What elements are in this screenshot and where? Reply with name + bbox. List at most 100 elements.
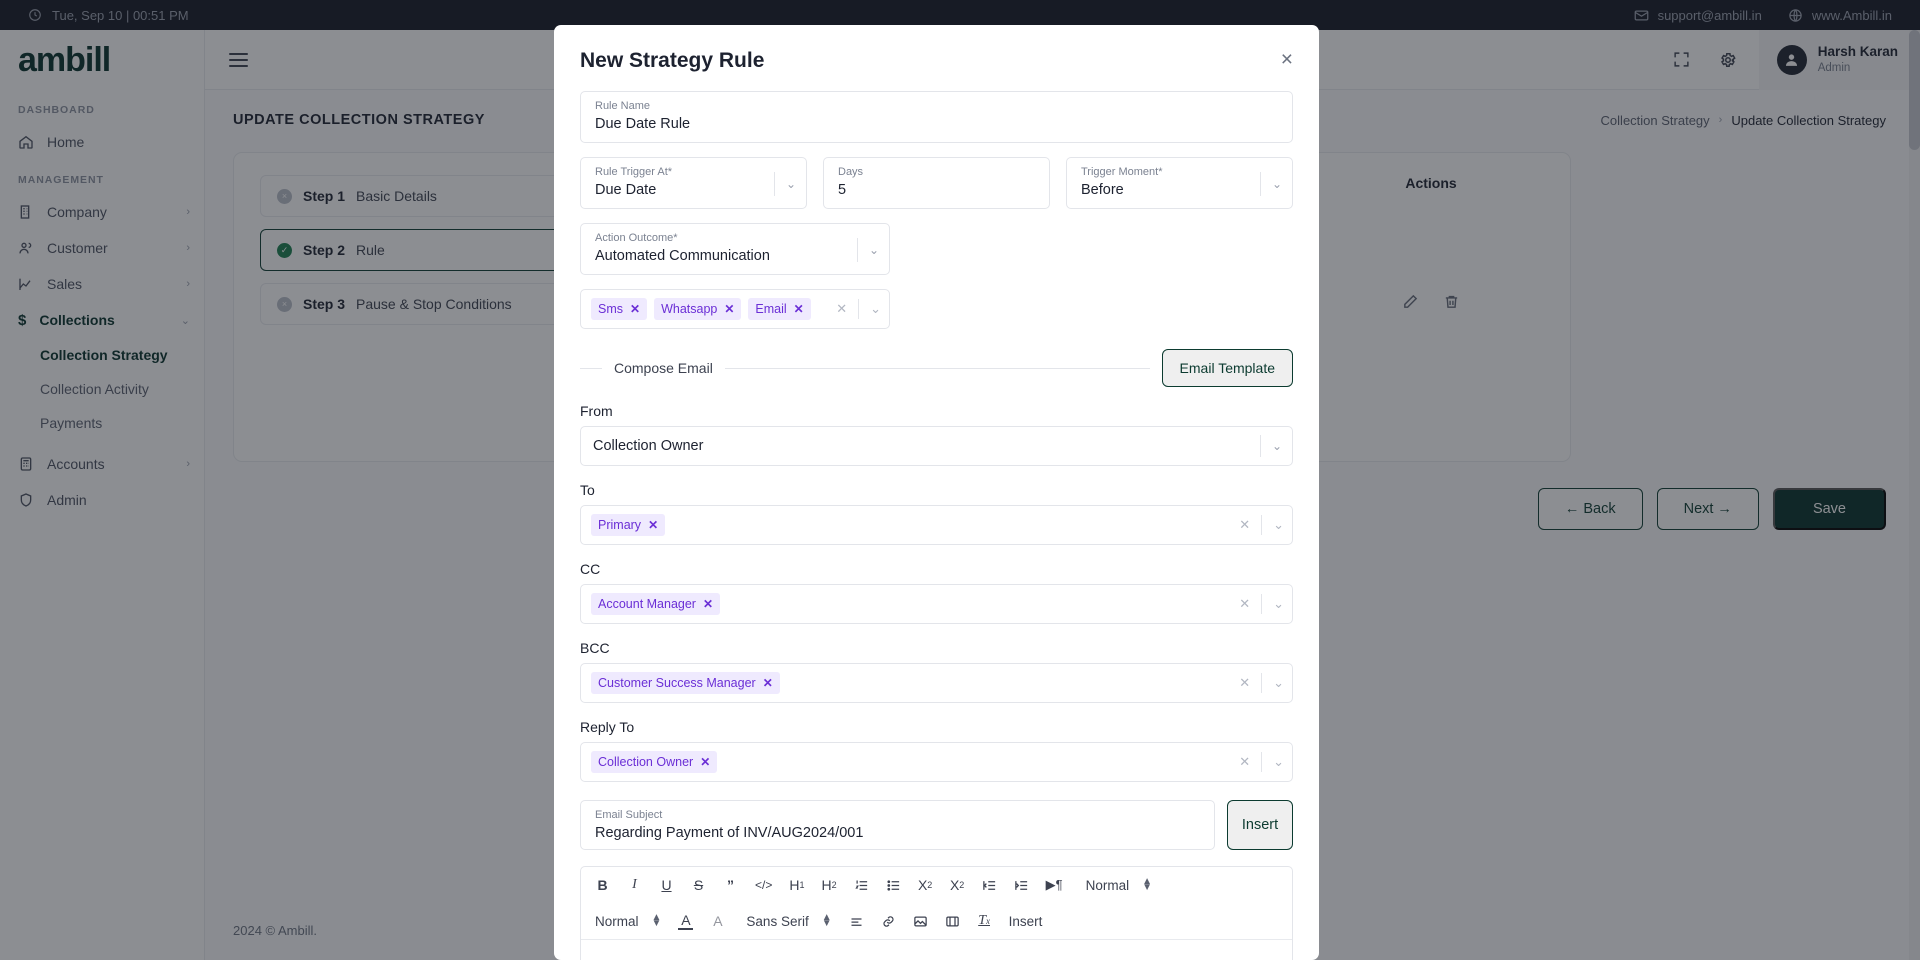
text-direction-icon[interactable]: ▶¶ — [1046, 876, 1063, 894]
bcc-multiselect[interactable]: Customer Success Manager ✕ ✕ ⌄ — [580, 663, 1293, 703]
clear-all-icon[interactable]: ✕ — [836, 301, 847, 317]
blockquote-icon[interactable]: ” — [723, 876, 738, 894]
trigger-moment-value: Before — [1081, 181, 1124, 198]
font-size-value: Normal — [595, 913, 639, 929]
divider — [1261, 752, 1263, 772]
email-template-button[interactable]: Email Template — [1161, 349, 1293, 387]
clear-all-icon[interactable]: ✕ — [1239, 517, 1250, 533]
chip-label: Collection Owner — [598, 755, 694, 769]
chevron-down-icon[interactable]: ⌄ — [1273, 517, 1284, 533]
channels-multiselect[interactable]: Sms ✕ Whatsapp ✕ Email ✕ ✕ ⌄ — [580, 289, 890, 329]
chip-remove-icon[interactable]: ✕ — [700, 755, 710, 769]
chevron-down-icon[interactable]: ⌄ — [1259, 172, 1282, 196]
chip-remove-icon[interactable]: ✕ — [724, 302, 734, 316]
divider — [1261, 515, 1263, 535]
days-value: 5 — [838, 181, 847, 198]
action-outcome-select[interactable]: Action Outcome* Automated Communication … — [580, 223, 890, 275]
chip-remove-icon[interactable]: ✕ — [763, 676, 773, 690]
modal-header: New Strategy Rule × — [554, 25, 1319, 73]
chevron-updown-icon: ▲ ▼ — [1142, 875, 1153, 893]
select-tools: ✕ ⌄ — [1239, 752, 1284, 772]
bold-icon[interactable]: B — [595, 876, 610, 894]
close-icon[interactable]: × — [1281, 49, 1293, 70]
heading-level-dropdown[interactable]: Normal ▲ ▼ — [1086, 875, 1153, 893]
align-icon[interactable] — [849, 912, 864, 930]
bullet-list-icon[interactable] — [886, 876, 901, 894]
recipient-chip[interactable]: Primary ✕ — [591, 514, 666, 536]
channel-chip[interactable]: Sms ✕ — [591, 298, 648, 320]
cc-multiselect[interactable]: Account Manager ✕ ✕ ⌄ — [580, 584, 1293, 624]
clear-format-icon[interactable]: Tx — [977, 912, 992, 930]
chevron-down-icon[interactable]: ⌄ — [1259, 435, 1282, 457]
video-icon[interactable] — [945, 912, 960, 930]
chip-remove-icon[interactable]: ✕ — [703, 597, 713, 611]
chevron-down-icon[interactable]: ⌄ — [870, 301, 881, 317]
editor-content-area[interactable] — [581, 940, 1292, 960]
email-subject-field[interactable]: Email Subject Regarding Payment of INV/A… — [580, 800, 1215, 850]
action-outcome-label: Action Outcome* — [595, 232, 678, 244]
recipient-chip[interactable]: Collection Owner ✕ — [591, 751, 718, 773]
indent-icon[interactable] — [1014, 876, 1029, 894]
ordered-list-icon[interactable] — [854, 876, 869, 894]
recipient-chip[interactable]: Customer Success Manager ✕ — [591, 672, 780, 694]
chevron-down-icon[interactable]: ⌄ — [1273, 675, 1284, 691]
chip-remove-icon[interactable]: ✕ — [630, 302, 640, 316]
email-subject-label: Email Subject — [595, 809, 663, 821]
from-label: From — [580, 403, 613, 419]
rule-trigger-at-select[interactable]: Rule Trigger At* Due Date ⌄ — [580, 157, 807, 209]
chevron-down-icon[interactable]: ⌄ — [856, 238, 879, 262]
select-tools: ✕ ⌄ — [1239, 515, 1284, 535]
subscript-icon[interactable]: X2 — [918, 876, 933, 894]
heading-2-icon[interactable]: H2 — [822, 876, 837, 894]
reply-to-multiselect[interactable]: Collection Owner ✕ ✕ ⌄ — [580, 742, 1293, 782]
channel-chip[interactable]: Email ✕ — [748, 298, 811, 320]
divider — [1261, 673, 1263, 693]
heading-1-icon[interactable]: H1 — [789, 876, 804, 894]
trigger-moment-label: Trigger Moment* — [1081, 166, 1163, 178]
editor-toolbar-row-1: B I U S ” </> H1 H2 X 2 X 2 ▶¶ Normal ▲ … — [581, 867, 1292, 903]
divider-left — [580, 367, 602, 369]
font-family-dropdown[interactable]: Sans Serif ▲ ▼ — [746, 912, 831, 929]
chevron-down-icon[interactable]: ⌄ — [773, 172, 796, 196]
superscript-icon[interactable]: X2 — [950, 876, 965, 894]
channel-chip[interactable]: Whatsapp ✕ — [654, 298, 742, 320]
rule-name-field[interactable]: Rule Name Due Date Rule — [580, 91, 1293, 143]
chip-remove-icon[interactable]: ✕ — [648, 518, 658, 532]
from-select[interactable]: Collection Owner ⌄ — [580, 426, 1293, 466]
strikethrough-icon[interactable]: S — [691, 876, 706, 894]
app-root: Tue, Sep 10 | 00:51 PM support@ambill.in… — [0, 0, 1920, 960]
divider — [1261, 594, 1263, 614]
trigger-row: Rule Trigger At* Due Date ⌄ Days 5 Trigg… — [580, 157, 1293, 209]
trigger-moment-select[interactable]: Trigger Moment* Before ⌄ — [1066, 157, 1293, 209]
insert-menu[interactable]: Insert — [1009, 914, 1043, 929]
email-subject-value: Regarding Payment of INV/AUG2024/001 — [595, 824, 864, 841]
chip-label: Sms — [598, 302, 623, 316]
link-icon[interactable] — [881, 912, 896, 930]
recipient-chip[interactable]: Account Manager ✕ — [591, 593, 721, 615]
insert-button[interactable]: Insert — [1227, 800, 1293, 850]
days-field[interactable]: Days 5 — [823, 157, 1050, 209]
code-icon[interactable]: </> — [755, 876, 772, 894]
compose-email-label: Compose Email — [614, 360, 713, 376]
clear-all-icon[interactable]: ✕ — [1239, 675, 1250, 691]
to-multiselect[interactable]: Primary ✕ ✕ ⌄ — [580, 505, 1293, 545]
underline-icon[interactable]: U — [659, 876, 674, 894]
outdent-icon[interactable] — [982, 876, 997, 894]
highlight-color-icon[interactable]: A — [710, 912, 725, 930]
chevron-updown-icon: ▲ ▼ — [651, 911, 662, 929]
chevron-down-icon[interactable]: ⌄ — [1273, 596, 1284, 612]
italic-icon[interactable]: I — [627, 876, 642, 894]
rich-text-editor: B I U S ” </> H1 H2 X 2 X 2 ▶¶ Normal ▲ … — [580, 866, 1293, 960]
image-icon[interactable] — [913, 912, 928, 930]
select-tools: ✕ ⌄ — [1239, 594, 1284, 614]
chevron-down-icon[interactable]: ⌄ — [1273, 754, 1284, 770]
chip-remove-icon[interactable]: ✕ — [794, 302, 804, 316]
clear-all-icon[interactable]: ✕ — [1239, 754, 1250, 770]
rule-trigger-value: Due Date — [595, 181, 657, 198]
days-label: Days — [838, 166, 864, 178]
text-color-icon[interactable]: A — [678, 912, 694, 930]
action-outcome-value: Automated Communication — [595, 247, 770, 264]
font-size-dropdown[interactable]: Normal ▲ ▼ — [595, 911, 662, 929]
new-strategy-rule-modal: New Strategy Rule × Rule Name Due Date R… — [554, 25, 1319, 960]
clear-all-icon[interactable]: ✕ — [1239, 596, 1250, 612]
